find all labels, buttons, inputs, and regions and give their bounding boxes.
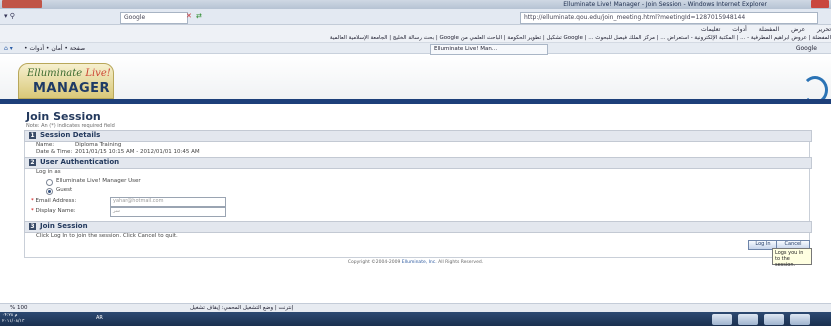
- section-number: 3: [29, 223, 36, 230]
- login-as-label: Log in as: [36, 169, 61, 175]
- menu-item-view[interactable]: عرض: [791, 26, 805, 33]
- elluminate-logo: Elluminate Live! MANAGER: [18, 63, 114, 99]
- section-title: Join Session: [40, 222, 88, 230]
- section-title: Session Details: [40, 131, 101, 139]
- radio-manager-user-label: Elluminate Live! Manager User: [56, 178, 141, 184]
- command-bar: ⌂ ▾ صفحة • أمان • أدوات • Elluminate Liv…: [0, 43, 831, 55]
- email-field[interactable]: yahar@hotmail.com: [110, 197, 226, 207]
- display-name-label: * Display Name:: [31, 208, 76, 214]
- section-session-details: 1 Session Details: [24, 130, 812, 142]
- favorites-links[interactable]: المفضلة | عروض ابراهيم المطرفية - ... | …: [330, 35, 831, 41]
- session-datetime-label: Date & Time:: [36, 149, 73, 155]
- copyright-footer: Copyright ©2004-2009 Elluminate, Inc. Al…: [347, 260, 484, 265]
- menu-item-help[interactable]: تعليمات: [701, 26, 720, 33]
- browser-tab-label: Elluminate Live! Man...: [434, 46, 498, 52]
- window-controls[interactable]: [2, 0, 42, 8]
- section-title: User Authentication: [40, 158, 120, 166]
- taskbar-app-3[interactable]: [764, 314, 784, 325]
- menu-bar: تحرير عرض المفضلة أدوات تعليمات: [0, 25, 831, 34]
- section-number: 2: [29, 159, 36, 166]
- required-note: Note: An (*) indicates required field: [26, 123, 115, 129]
- close-button[interactable]: [811, 0, 829, 8]
- session-name-label: Name:: [36, 142, 55, 148]
- browser-status-bar: % 100 إنترنت | وضع التشغيل المحمي: إيقاف…: [0, 303, 831, 312]
- session-name-value: Diploma Training: [75, 142, 122, 148]
- favorites-bar: المفضلة | عروض ابراهيم المطرفية - ... | …: [0, 34, 831, 43]
- home-icon[interactable]: ⌂ ▾: [4, 43, 13, 54]
- browser-tab[interactable]: Elluminate Live! Man...: [430, 44, 548, 55]
- company-link[interactable]: Elluminate, Inc.: [402, 260, 437, 265]
- search-box[interactable]: Google: [120, 12, 188, 24]
- header-divider: [0, 99, 831, 104]
- section-join-session: 3 Join Session: [24, 221, 812, 233]
- windows-taskbar: AR: [0, 312, 831, 326]
- logo-text-manager: MANAGER: [33, 81, 110, 96]
- taskbar-clock[interactable]: ۰۴:۲۸ م ۲۰۱۱/۰۸/۱۳: [2, 313, 24, 325]
- forward-icon[interactable]: ⇄: [196, 12, 202, 20]
- session-datetime-value: 2011/01/15 10:15 AM - 2012/01/01 10:45 A…: [75, 149, 200, 155]
- clock-date: ۲۰۱۱/۰۸/۱۳: [2, 319, 25, 324]
- window-title-bar: Elluminate Live! Manager - Join Session …: [0, 0, 831, 9]
- page-title: Join Session: [26, 110, 101, 123]
- address-text: http://elluminate.qou.edu/join_meeting.h…: [524, 14, 746, 21]
- window-title: Elluminate Live! Manager - Join Session …: [563, 1, 767, 8]
- radio-manager-user[interactable]: [46, 179, 53, 186]
- section-number: 1: [29, 132, 36, 139]
- email-label: * Email Address:: [31, 198, 77, 204]
- taskbar-app-2[interactable]: [738, 314, 758, 325]
- refresh-icon[interactable]: ✕: [186, 12, 192, 20]
- page-tools-menu[interactable]: صفحة • أمان • أدوات •: [24, 43, 85, 54]
- email-field-value: yahar@hotmail.com: [113, 198, 164, 204]
- address-input[interactable]: http://elluminate.qou.edu/join_meeting.h…: [520, 12, 818, 24]
- address-bar-row: ▾ ⚲ Google ✕ ⇄ http://elluminate.qou.edu…: [0, 9, 831, 25]
- section-user-authentication: 2 User Authentication: [24, 157, 812, 169]
- menu-item-tools[interactable]: أدوات: [732, 26, 747, 33]
- display-name-value: سر: [113, 208, 120, 214]
- taskbar-app-1[interactable]: [712, 314, 732, 325]
- search-provider[interactable]: Google: [796, 43, 817, 54]
- language-indicator[interactable]: AR: [96, 315, 103, 321]
- back-icon[interactable]: ▾ ⚲: [4, 12, 15, 20]
- taskbar-app-4[interactable]: [790, 314, 810, 325]
- search-box-text: Google: [124, 14, 146, 21]
- logo-text-elluminate: Elluminate Live!: [27, 68, 111, 79]
- radio-guest-label: Guest: [56, 187, 73, 193]
- menu-item-edit[interactable]: تحرير: [817, 26, 831, 33]
- display-name-field[interactable]: سر: [110, 207, 226, 217]
- radio-guest[interactable]: [46, 188, 53, 195]
- page-header: [0, 55, 831, 100]
- menu-item-favorites[interactable]: المفضلة: [759, 26, 779, 33]
- join-instruction: Click Log In to join the session. Click …: [36, 233, 178, 239]
